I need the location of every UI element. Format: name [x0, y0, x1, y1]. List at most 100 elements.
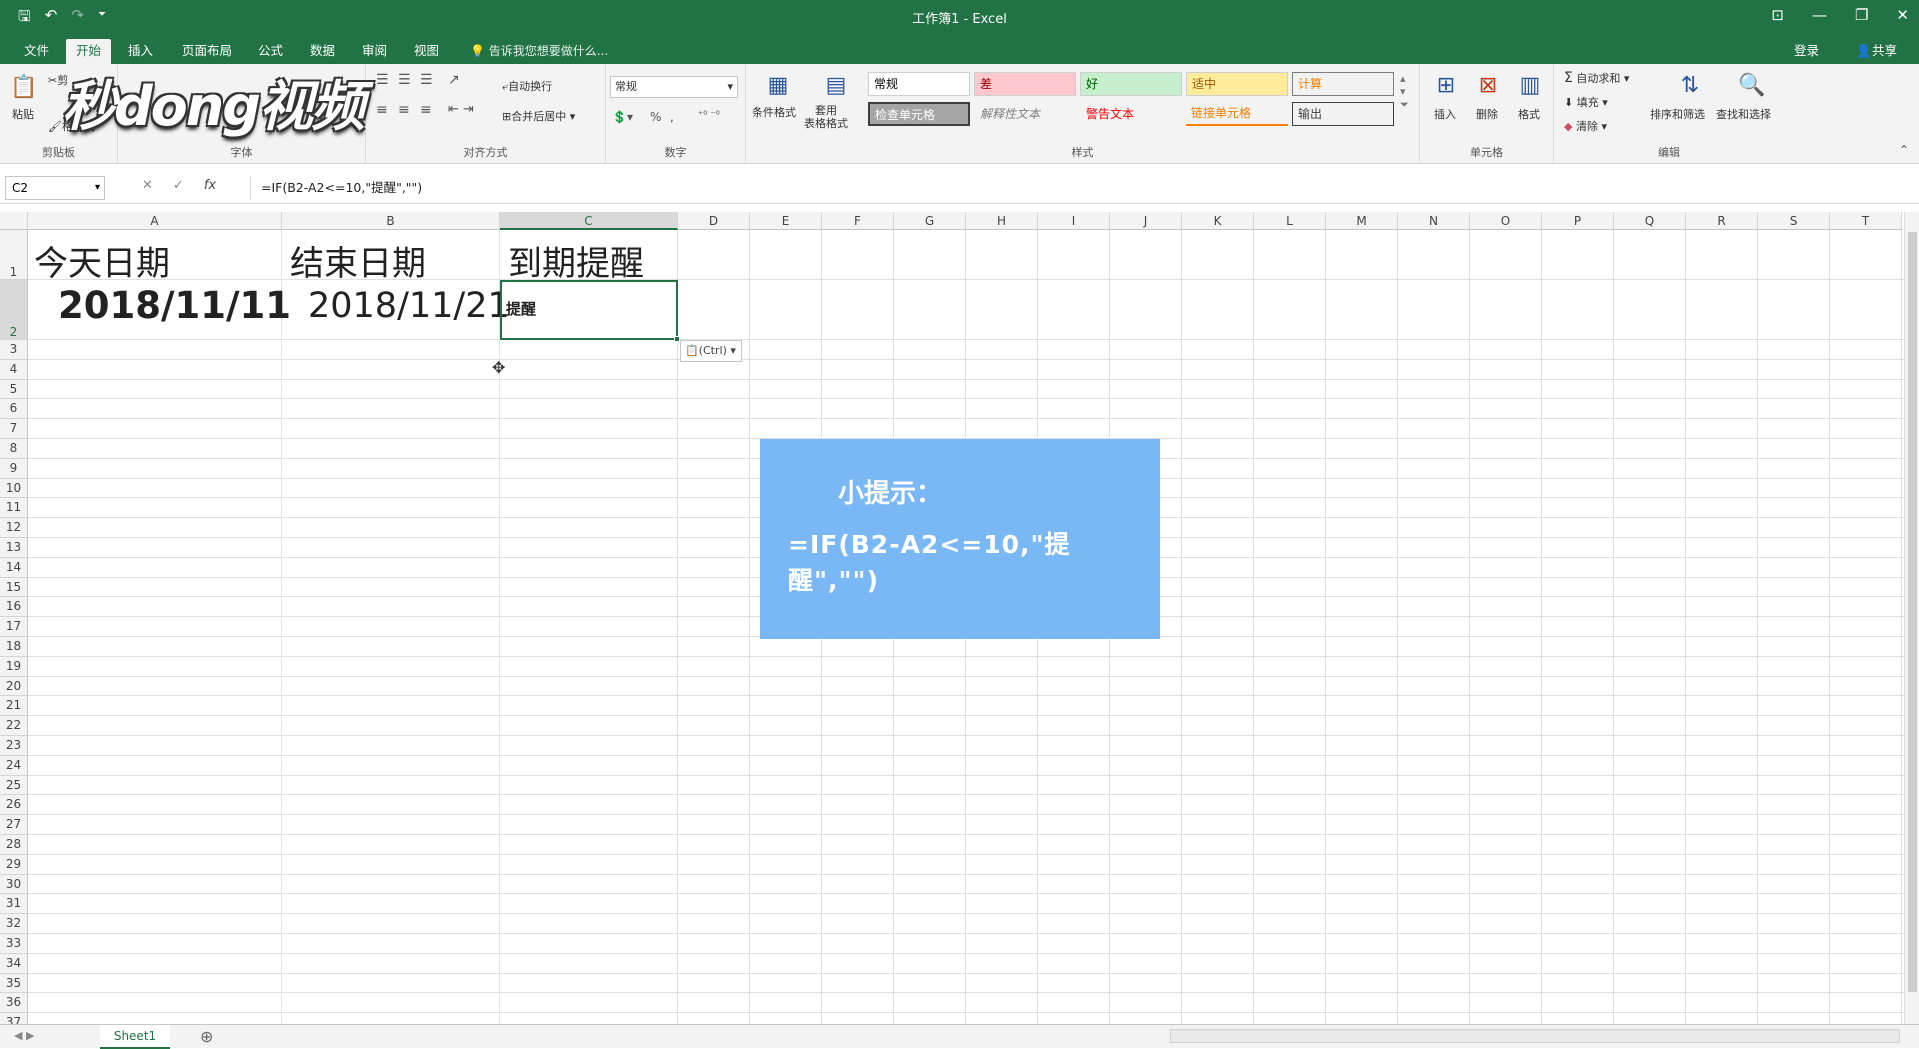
restore-button[interactable]: ❐ [1855, 6, 1868, 24]
row-header-28[interactable]: 28 [0, 835, 28, 855]
tab-data[interactable]: 数据 [300, 39, 345, 64]
percent-icon[interactable]: % [650, 110, 661, 124]
accounting-icon[interactable]: 💲▾ [612, 110, 633, 124]
row-header-6[interactable]: 6 [0, 399, 28, 420]
column-header-B[interactable]: B [282, 212, 500, 230]
row-header-9[interactable]: 9 [0, 458, 28, 479]
row-header-29[interactable]: 29 [0, 854, 28, 875]
clear-button[interactable]: ◆ 清除 ▾ [1564, 118, 1607, 134]
column-header-P[interactable]: P [1542, 212, 1614, 230]
row-header-4[interactable]: 4 [0, 359, 28, 380]
conditional-format-icon[interactable]: ▦ [762, 70, 794, 100]
row-header-13[interactable]: 13 [0, 538, 28, 558]
row-header-26[interactable]: 26 [0, 795, 28, 816]
row-header-36[interactable]: 36 [0, 993, 28, 1014]
row-header-23[interactable]: 23 [0, 736, 28, 756]
orientation-icon[interactable]: ↗ [448, 72, 460, 88]
row-header-5[interactable]: 5 [0, 379, 28, 400]
column-header-E[interactable]: E [750, 212, 822, 230]
row-header-25[interactable]: 25 [0, 775, 28, 796]
style-normal[interactable]: 常规 [868, 72, 970, 96]
row-header-30[interactable]: 30 [0, 874, 28, 895]
spreadsheet-grid[interactable]: ABCDEFGHIJKLMNOPQRST 1 2 3 4 5 6 7 8 9 10 11 12 13 14… [0, 212, 1904, 1024]
style-output[interactable]: 输出 [1292, 102, 1394, 126]
tell-me-search[interactable]: 💡 告诉我您想要做什么... [470, 39, 608, 63]
merge-center-button[interactable]: ⊞合并后居中 ▾ [502, 108, 575, 124]
collapse-ribbon-icon[interactable]: ⌃ [1899, 143, 1909, 157]
align-bottom-icon[interactable]: ☰ [420, 72, 433, 88]
ribbon-display-icon[interactable]: ⊡ [1771, 6, 1784, 24]
row-header-16[interactable]: 16 [0, 597, 28, 618]
column-header-R[interactable]: R [1686, 212, 1758, 230]
row-header-19[interactable]: 19 [0, 656, 28, 677]
cell-B1[interactable]: 结束日期 [290, 236, 426, 285]
tab-page-layout[interactable]: 页面布局 [172, 39, 242, 64]
sort-filter-icon[interactable]: ⇅ [1674, 70, 1706, 100]
row-header-10[interactable]: 10 [0, 478, 28, 499]
style-neutral[interactable]: 适中 [1186, 72, 1288, 96]
row-header-17[interactable]: 17 [0, 617, 28, 637]
select-all-corner[interactable] [0, 212, 28, 230]
column-header-K[interactable]: K [1182, 212, 1254, 230]
row-header-31[interactable]: 31 [0, 894, 28, 915]
delete-cells-icon[interactable]: ⊠ [1472, 70, 1504, 100]
sheet-tab-sheet1[interactable]: Sheet1 [100, 1025, 170, 1049]
sheet-nav-icons[interactable]: ◀ ▶ [14, 1029, 34, 1042]
paste-options-button[interactable]: 📋(Ctrl) ▾ [680, 340, 742, 362]
tab-formulas[interactable]: 公式 [248, 39, 293, 64]
cancel-icon[interactable]: ✕ [142, 178, 153, 193]
align-top-icon[interactable]: ☰ [376, 72, 389, 88]
column-header-N[interactable]: N [1398, 212, 1470, 230]
vertical-scrollbar[interactable] [1904, 212, 1919, 1024]
align-right-icon[interactable]: ≡ [420, 102, 432, 118]
indent-icons[interactable]: ⇤ ⇥ [448, 102, 474, 117]
paste-icon[interactable]: 📋 [8, 72, 40, 102]
insert-cells-icon[interactable]: ⊞ [1430, 70, 1462, 100]
style-explanatory[interactable]: 解释性文本 [974, 102, 1076, 126]
row-header-2[interactable]: 2 [0, 280, 28, 340]
row-header-14[interactable]: 14 [0, 557, 28, 578]
paste-button-label[interactable]: 粘贴 [12, 106, 34, 122]
row-header-18[interactable]: 18 [0, 637, 28, 657]
row-header-34[interactable]: 34 [0, 953, 28, 974]
fill-button[interactable]: ⬇ 填充 ▾ [1564, 94, 1608, 110]
column-header-L[interactable]: L [1254, 212, 1326, 230]
row-header-33[interactable]: 33 [0, 934, 28, 954]
column-header-S[interactable]: S [1758, 212, 1830, 230]
tab-view[interactable]: 视图 [404, 39, 449, 64]
tab-insert[interactable]: 插入 [118, 39, 163, 64]
horizontal-scrollbar[interactable] [1170, 1029, 1900, 1043]
styles-scroll-icon[interactable]: ▴ ▾ ⏷ [1400, 72, 1409, 112]
format-table-icon[interactable]: ▤ [820, 70, 852, 100]
column-header-J[interactable]: J [1110, 212, 1182, 230]
formula-input[interactable]: =IF(B2-A2<=10,"提醒","") [250, 176, 1909, 200]
find-icon[interactable]: 🔍 [1736, 70, 1768, 100]
row-header-21[interactable]: 21 [0, 696, 28, 717]
decimal-icons[interactable]: ⁺⁰ ⁻⁰ [698, 110, 720, 121]
column-header-H[interactable]: H [966, 212, 1038, 230]
tab-file[interactable]: 文件 [14, 39, 59, 64]
cell-A1[interactable]: 今天日期 [34, 236, 170, 285]
autosum-button[interactable]: Σ 自动求和 ▾ [1564, 70, 1629, 86]
minimize-button[interactable]: — [1812, 6, 1827, 24]
close-button[interactable]: ✕ [1896, 6, 1909, 24]
row-header-27[interactable]: 27 [0, 815, 28, 835]
cell-C1[interactable]: 到期提醒 [508, 236, 644, 285]
vertical-scroll-thumb[interactable] [1908, 232, 1917, 992]
sort-filter-label[interactable]: 排序和筛选 [1650, 106, 1705, 122]
column-header-G[interactable]: G [894, 212, 966, 230]
align-center-icon[interactable]: ≡ [398, 102, 410, 118]
row-header-7[interactable]: 7 [0, 419, 28, 439]
find-select-label[interactable]: 查找和选择 [1716, 106, 1771, 122]
wrap-text-button[interactable]: ⤶自动换行 [502, 78, 552, 94]
row-header-11[interactable]: 11 [0, 498, 28, 519]
conditional-format-label[interactable]: 条件格式 [752, 104, 796, 120]
column-header-O[interactable]: O [1470, 212, 1542, 230]
column-header-F[interactable]: F [822, 212, 894, 230]
active-cell-selection[interactable] [500, 280, 680, 342]
row-header-3[interactable]: 3 [0, 340, 28, 360]
row-header-1[interactable]: 1 [0, 230, 28, 280]
column-header-D[interactable]: D [678, 212, 750, 230]
format-table-label[interactable]: 套用 表格格式 [804, 104, 848, 130]
add-sheet-icon[interactable]: ⊕ [200, 1027, 213, 1046]
